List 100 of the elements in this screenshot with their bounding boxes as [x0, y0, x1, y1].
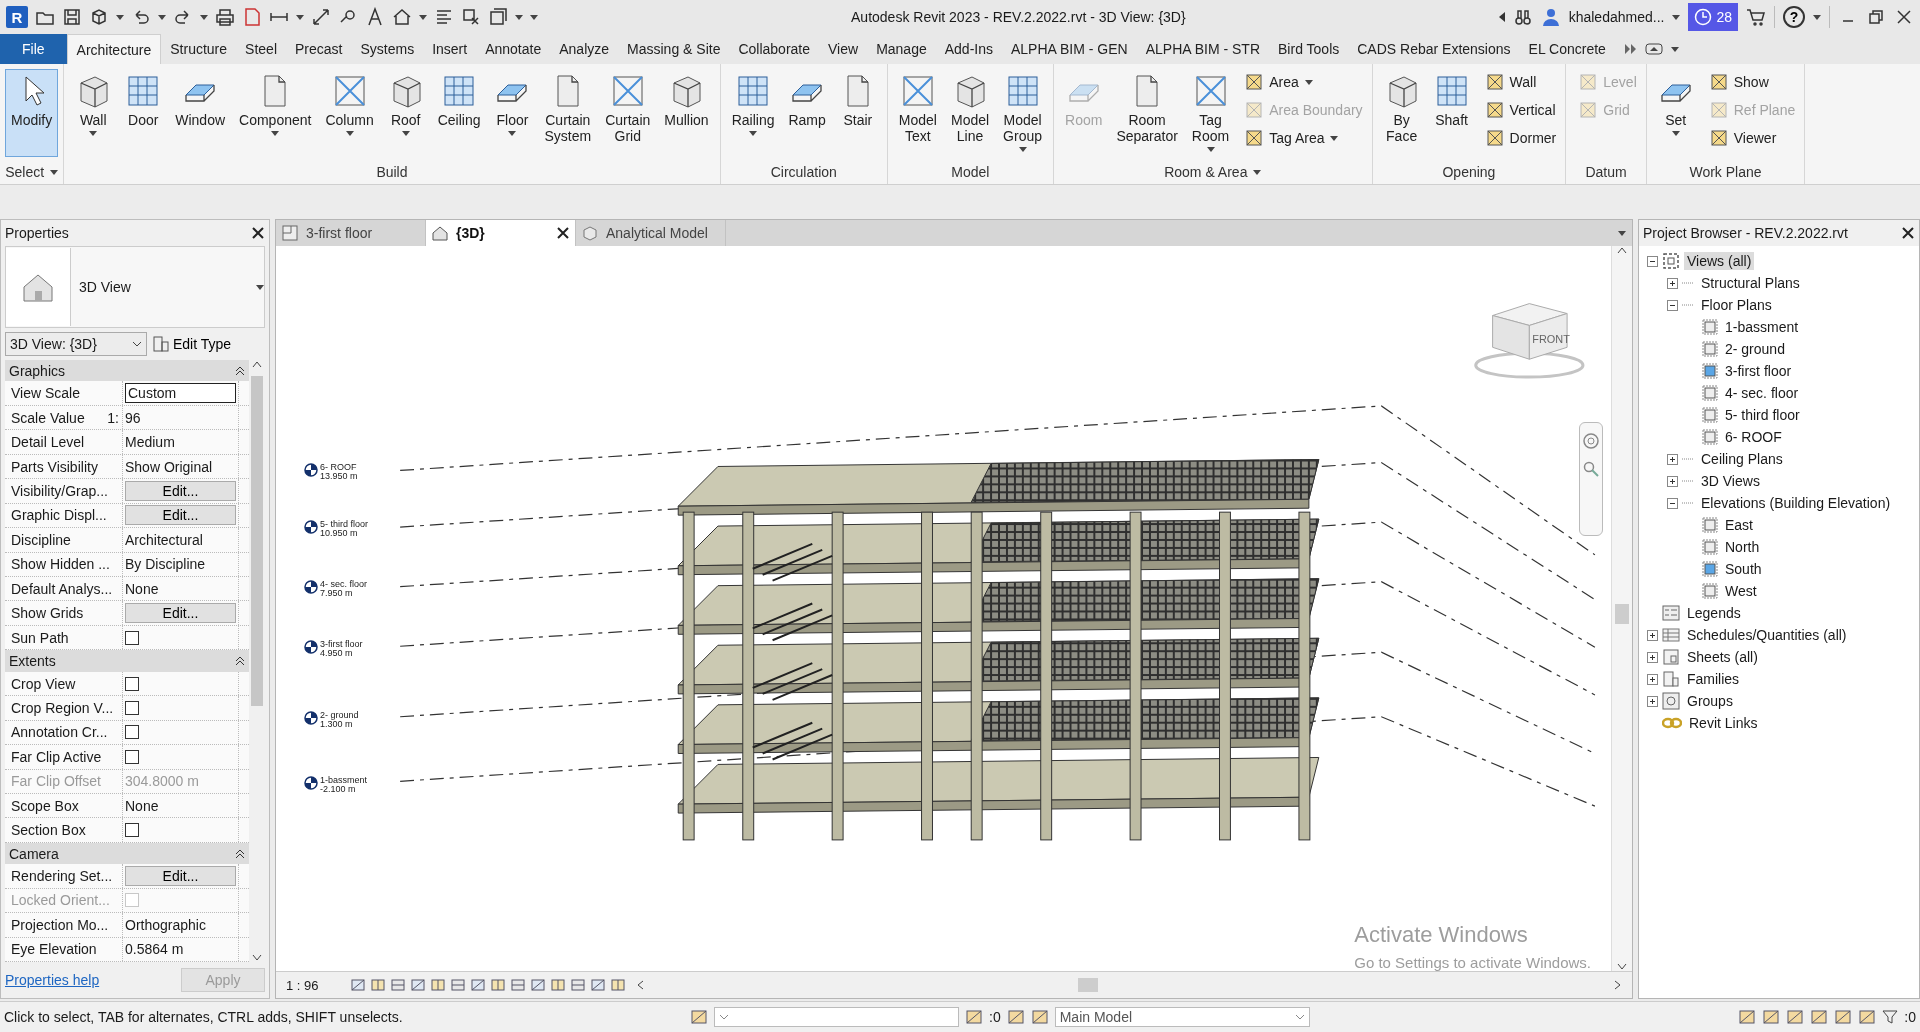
ribbon-button[interactable]: Ramp [782, 69, 832, 157]
view-scale[interactable]: 1 : 96 [286, 977, 346, 993]
cart-icon[interactable] [1746, 7, 1766, 27]
text-tool-icon[interactable] [365, 7, 385, 27]
checkbox[interactable] [125, 700, 139, 715]
caret-icon[interactable] [1672, 14, 1681, 20]
panel-toggle-icon[interactable] [1644, 43, 1663, 55]
ribbon-button[interactable]: By Face [1377, 69, 1426, 157]
ribbon-button[interactable]: Wall [1481, 69, 1561, 95]
ribbon-tab[interactable]: Add-Ins [935, 34, 1002, 64]
edit-button[interactable]: Edit... [125, 480, 236, 501]
expand-icon[interactable] [1647, 651, 1658, 663]
ribbon-button[interactable]: Curtain System [538, 69, 598, 157]
ribbon-tab[interactable]: Insert [423, 34, 477, 64]
collapse-icon[interactable] [235, 365, 245, 376]
panel-title[interactable]: Room & Area [1164, 164, 1262, 180]
ribbon-tab[interactable]: CADS Rebar Extensions [1348, 34, 1520, 64]
ribbon-tab[interactable]: Steel [236, 34, 286, 64]
printer-icon[interactable] [215, 7, 235, 27]
left-arrow-icon[interactable] [1498, 12, 1505, 22]
type-name[interactable]: 3D View [79, 279, 248, 295]
caret-icon[interactable] [1304, 79, 1313, 85]
caret-icon[interactable] [419, 14, 427, 20]
double-chevron-icon[interactable] [1624, 44, 1637, 54]
ribbon-button[interactable]: Curtain Grid [599, 69, 657, 157]
ribbon-button[interactable]: Tag Room [1185, 69, 1236, 157]
ribbon-button[interactable]: Component [233, 69, 318, 157]
caret-icon[interactable] [1253, 169, 1262, 175]
caret-icon[interactable] [296, 14, 304, 20]
ribbon-button[interactable]: Wall [69, 69, 118, 157]
collapse-icon[interactable] [235, 656, 245, 667]
ribbon-tab[interactable]: Precast [286, 34, 352, 64]
tree-item[interactable]: Sheets (all) [1684, 648, 1761, 666]
user-name[interactable]: khaledahmed... [1568, 9, 1665, 25]
ribbon-tab[interactable]: Architecture [66, 34, 162, 64]
caret-icon[interactable] [116, 14, 124, 20]
ribbon-button[interactable]: Viewer [1705, 125, 1800, 151]
instance-dropdown[interactable]: 3D View: {3D} [5, 332, 147, 356]
caret-icon[interactable] [1813, 14, 1821, 20]
caret-icon[interactable] [1330, 135, 1339, 141]
ribbon-button[interactable]: Roof [381, 69, 430, 157]
caret-icon[interactable] [401, 131, 410, 136]
horizontal-scrollbar[interactable] [636, 976, 1622, 994]
checkbox[interactable] [125, 676, 139, 691]
tree-item[interactable]: East [1722, 516, 1756, 534]
document-tab[interactable]: {3D} [426, 220, 576, 246]
caret-icon[interactable] [1671, 131, 1680, 136]
ribbon-button[interactable]: Shaft [1427, 69, 1476, 157]
ribbon-button[interactable]: Tag Area [1241, 125, 1367, 151]
collapse-icon[interactable] [1647, 255, 1658, 267]
checkbox[interactable] [125, 823, 139, 838]
expand-icon[interactable] [1647, 695, 1658, 707]
ribbon-button[interactable]: Model Group [997, 69, 1048, 157]
ribbon-button[interactable]: Show [1705, 69, 1800, 95]
ribbon-tab[interactable]: File [0, 34, 67, 64]
ribbon-button[interactable]: Model Text [892, 69, 943, 157]
tree-item[interactable]: 5- third floor [1722, 406, 1803, 424]
caret-icon[interactable] [158, 14, 166, 20]
view-cube-drawing[interactable]: FRONT [1474, 303, 1585, 379]
edit-button[interactable]: Edit... [125, 866, 236, 887]
caret-icon[interactable] [50, 169, 59, 175]
model-dropdown[interactable]: Main Model [1054, 1007, 1310, 1027]
tree-item[interactable]: 2- ground [1722, 340, 1788, 358]
ribbon-button[interactable]: Room Separator [1110, 69, 1184, 157]
tree-item[interactable]: Families [1684, 670, 1743, 688]
user-icon[interactable] [1540, 7, 1561, 27]
checkbox[interactable] [125, 725, 139, 740]
edit-type-button[interactable]: Edit Type [153, 336, 232, 352]
scrollbar[interactable] [1611, 246, 1632, 971]
binoculars-icon[interactable] [1512, 7, 1533, 27]
expand-icon[interactable] [1667, 453, 1678, 465]
expand-icon[interactable] [1667, 475, 1678, 487]
ribbon-tab[interactable]: Systems [351, 34, 424, 64]
ribbon-tab[interactable]: Massing & Site [618, 34, 730, 64]
tree-item[interactable]: West [1722, 582, 1760, 600]
tree-item[interactable]: Revit Links [1686, 714, 1761, 732]
scroll-thumb[interactable] [1615, 604, 1629, 624]
close-icon[interactable] [1901, 226, 1915, 240]
checkbox[interactable] [125, 630, 139, 645]
tree-item[interactable]: Elevations (Building Elevation) [1698, 494, 1894, 512]
properties-help-link[interactable]: Properties help [5, 972, 100, 988]
tree-item[interactable]: Structural Plans [1698, 274, 1803, 292]
ribbon-tab[interactable]: Analyze [550, 34, 619, 64]
caret-icon[interactable] [89, 131, 98, 136]
caret-icon[interactable] [271, 131, 280, 136]
tree-item[interactable]: Groups [1684, 692, 1736, 710]
ribbon-button[interactable]: Area [1241, 69, 1367, 95]
tree-item[interactable]: Ceiling Plans [1698, 450, 1786, 468]
caret-icon[interactable] [1670, 46, 1679, 52]
ribbon-button[interactable]: Set [1651, 69, 1700, 157]
tree-item[interactable]: 1-bassment [1722, 318, 1802, 336]
value-field[interactable]: Custom [125, 383, 236, 404]
ribbon-tab[interactable]: View [819, 34, 868, 64]
expand-icon[interactable] [1667, 277, 1678, 289]
expand-icon[interactable] [1647, 673, 1658, 685]
help-button[interactable]: ? [1783, 6, 1805, 28]
caret-icon[interactable] [749, 131, 758, 136]
scroll-thumb[interactable] [1078, 978, 1098, 992]
tree-item[interactable]: Floor Plans [1698, 296, 1775, 314]
ribbon-tab[interactable]: Manage [867, 34, 936, 64]
